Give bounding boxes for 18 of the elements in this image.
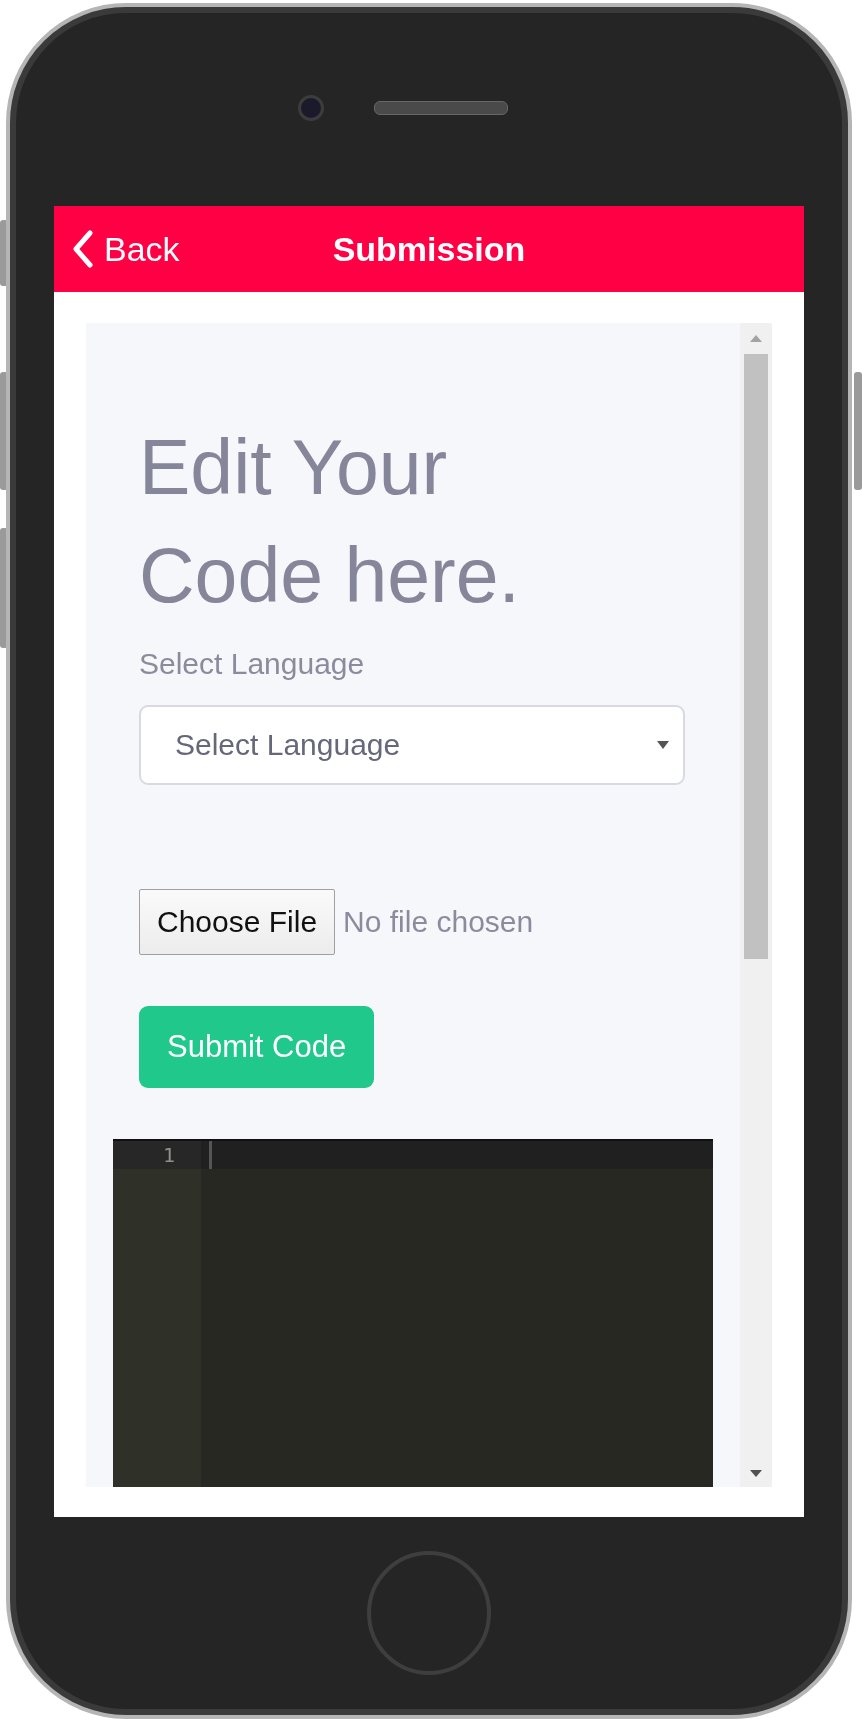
scroll-up-icon [750, 335, 762, 342]
code-editor[interactable]: 1 [113, 1139, 713, 1487]
choose-file-button[interactable]: Choose File [139, 889, 336, 955]
back-button[interactable]: Back [54, 229, 180, 269]
scroll-down-icon [750, 1470, 762, 1477]
scrollbar-thumb[interactable] [744, 354, 768, 959]
file-status-text: No file chosen [343, 905, 534, 939]
camera-icon [298, 94, 324, 121]
language-select[interactable]: Select Language [139, 705, 685, 785]
home-button[interactable] [367, 1551, 491, 1675]
text-cursor [209, 1141, 212, 1169]
line-number: 1 [113, 1141, 201, 1169]
caret-icon [657, 741, 669, 749]
screen-title: Submission [332, 229, 526, 269]
field-label: Select Language [139, 647, 365, 681]
chevron-left-icon [72, 230, 94, 268]
page-heading: Edit Your Code here. [139, 423, 521, 620]
scrollbar[interactable] [740, 323, 772, 1487]
